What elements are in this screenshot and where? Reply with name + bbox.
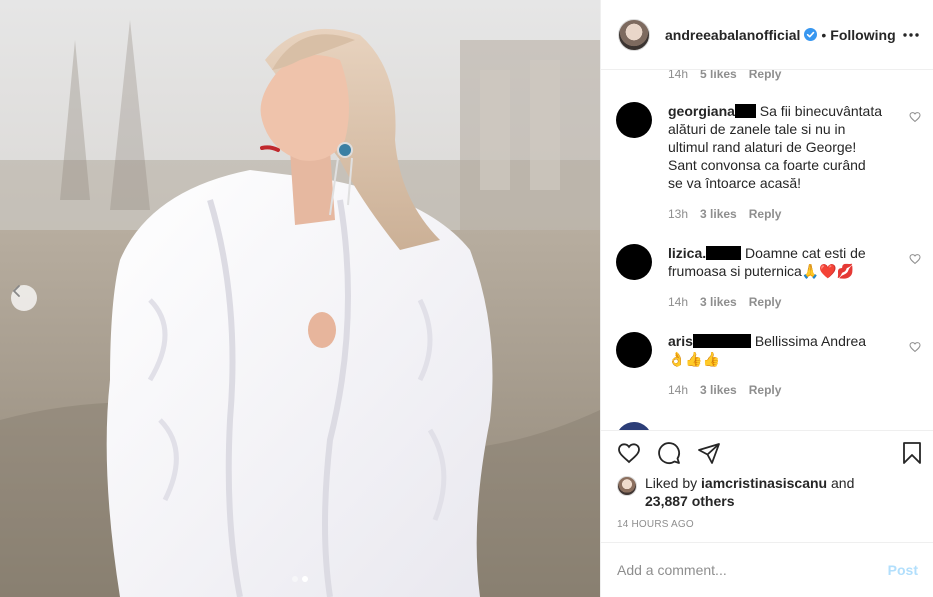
share-icon[interactable] (697, 441, 721, 465)
comment-icon[interactable] (657, 441, 681, 465)
add-comment-bar: Post (601, 542, 933, 597)
comment-body: lizica. Doamne cat esti de frumoasa si p… (668, 244, 884, 311)
post-actions (601, 430, 933, 474)
likes-prefix: Liked by (645, 475, 698, 491)
commenter-avatar[interactable] (616, 244, 652, 280)
comment-body: aris Bellissima Andrea 👌👍👍 14h 3 likes R… (668, 332, 884, 399)
carousel-dot (292, 576, 298, 582)
comment-meta: 14h 3 likes Reply (668, 381, 884, 399)
carousel-indicator (292, 576, 308, 582)
likes-conjunction: and (831, 475, 855, 491)
carousel-dot-active (302, 576, 308, 582)
commenter-avatar[interactable] (616, 102, 652, 138)
commenter-username[interactable]: lizica. (668, 245, 706, 261)
post-header: andreeabalanofficial • Following (601, 0, 933, 70)
post-timestamp[interactable]: 14 HOURS AGO (617, 519, 694, 530)
redaction-box (734, 104, 756, 118)
comment-like-heart-icon[interactable] (909, 252, 921, 268)
redaction-box (692, 334, 751, 348)
previous-photo-button[interactable] (11, 285, 37, 311)
commenter-avatar[interactable] (616, 332, 652, 368)
photo-illustration (0, 0, 600, 597)
comment-likes[interactable]: 3 likes (700, 381, 737, 399)
comment-time: 14h (668, 295, 689, 309)
likes-others-link[interactable]: 23,887 others (645, 493, 735, 509)
comment-item: aris Bellissima Andrea 👌👍👍 14h 3 likes R… (616, 332, 921, 399)
comment-meta: 13h 3 likes Reply (668, 205, 884, 223)
author-username[interactable]: andreeabalanofficial (665, 27, 800, 43)
liker-avatar[interactable] (617, 476, 637, 496)
post-side-panel: andreeabalanofficial • Following 14h 5 l… (600, 0, 933, 597)
likes-summary: Liked by iamcristinasiscanu and 23,887 o… (617, 474, 854, 510)
reply-button[interactable]: Reply (749, 293, 782, 311)
comments-list[interactable]: 14h 5 likes Reply georgiana Sa fii binec… (601, 70, 933, 430)
author-avatar[interactable] (618, 18, 650, 51)
commenter-username[interactable]: georgiana (668, 103, 735, 119)
comment-like-heart-icon[interactable] (909, 340, 921, 356)
commenter-username[interactable]: aris (668, 333, 693, 349)
instagram-post-view: andreeabalanofficial • Following 14h 5 l… (0, 0, 933, 597)
commenter-avatar-partial[interactable] (616, 422, 652, 430)
liked-by-username[interactable]: iamcristinasiscanu (701, 475, 827, 491)
comment-time: 14h (668, 70, 689, 81)
post-comment-button[interactable]: Post (888, 562, 918, 578)
comment-input[interactable] (617, 562, 888, 578)
chevron-left-icon (12, 285, 20, 297)
previous-comment-meta: 14h 5 likes Reply (668, 70, 781, 81)
verified-badge-icon (804, 28, 818, 41)
comment-time: 13h (668, 207, 689, 221)
likes-text: Liked by iamcristinasiscanu and 23,887 o… (645, 474, 854, 510)
comment-item: lizica. Doamne cat esti de frumoasa si p… (616, 244, 921, 311)
reply-button[interactable]: Reply (749, 205, 782, 223)
more-options-icon[interactable] (903, 32, 919, 37)
comment-body: georgiana Sa fii binecuvântata alături d… (668, 102, 884, 223)
comment-like-heart-icon[interactable] (909, 110, 921, 126)
comment-likes[interactable]: 5 likes (700, 70, 737, 81)
reply-button[interactable]: Reply (749, 70, 782, 81)
redaction-box (706, 246, 742, 260)
comment-likes[interactable]: 3 likes (700, 293, 737, 311)
bookmark-icon[interactable] (900, 441, 924, 465)
heart-icon[interactable] (617, 441, 641, 465)
comment-item: georgiana Sa fii binecuvântata alături d… (616, 102, 921, 223)
following-button[interactable]: Following (830, 27, 895, 43)
comment-time: 14h (668, 383, 689, 397)
comment-likes[interactable]: 3 likes (700, 205, 737, 223)
reply-button[interactable]: Reply (749, 381, 782, 399)
header-separator: • (821, 26, 827, 43)
comment-meta: 14h 3 likes Reply (668, 293, 884, 311)
post-photo[interactable] (0, 0, 600, 597)
